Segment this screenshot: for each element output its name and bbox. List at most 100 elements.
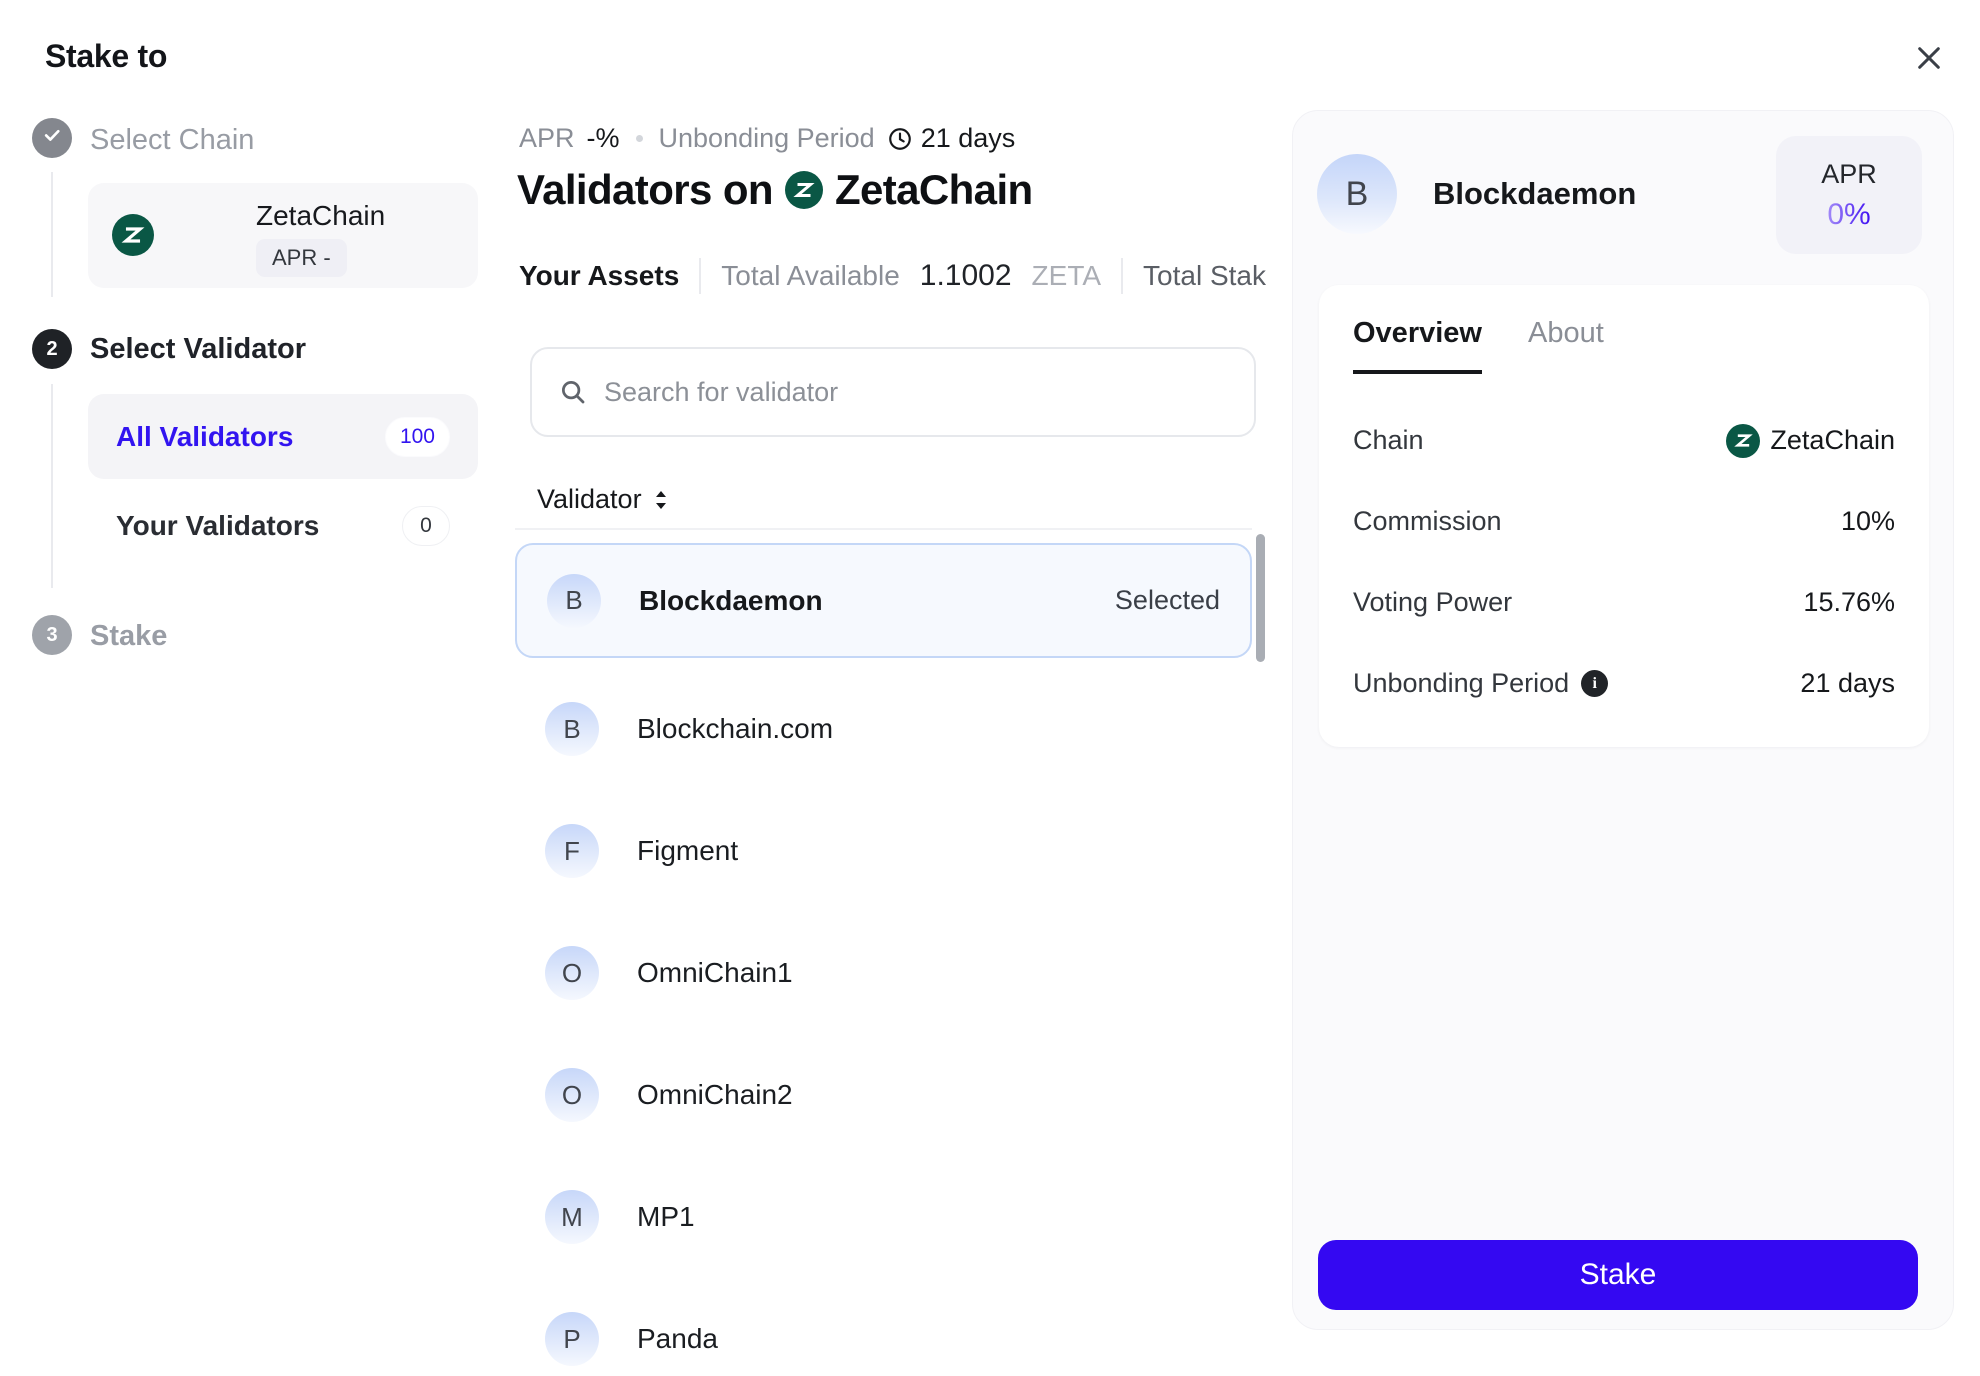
selected-chain-card[interactable]: ZetaChain APR - [88, 183, 478, 288]
stake-button[interactable]: Stake [1318, 1240, 1918, 1310]
apr-card-label: APR [1821, 159, 1877, 190]
total-staked-label: Total Stak [1143, 260, 1266, 292]
step-3-number: 3 [46, 624, 57, 647]
validator-row-mp1[interactable]: M MP1 [515, 1182, 1252, 1252]
apr-value: -% [587, 123, 620, 154]
detail-row-voting-power: Voting Power 15.76% [1353, 562, 1895, 643]
all-validators-count-badge: 100 [385, 417, 450, 457]
apr-label: APR [519, 123, 575, 154]
your-validators-label: Your Validators [116, 510, 319, 542]
avatar: O [545, 946, 599, 1000]
avatar: P [545, 1312, 599, 1366]
detail-rows: Chain ZetaChain Commission 10% Voting Po… [1353, 400, 1895, 724]
detail-label: Unbonding Period [1353, 668, 1569, 699]
apr-card: APR 0% [1776, 136, 1922, 254]
validator-name: Figment [637, 835, 1222, 867]
validators-heading: Validators on ZetaChain [517, 166, 1033, 214]
tab-overview[interactable]: Overview [1353, 317, 1482, 374]
validators-heading-chain: ZetaChain [835, 166, 1033, 214]
assets-summary-row: Your Assets Total Available 1.1002 ZETA … [519, 258, 1266, 294]
detail-value: ZetaChain [1770, 425, 1895, 456]
stake-modal: Stake to Select Chain ZetaChain APR - 2 … [0, 0, 1980, 1376]
stepper-connector [51, 172, 53, 297]
info-icon[interactable]: i [1581, 670, 1608, 697]
validator-name: Blockdaemon [639, 585, 1077, 617]
validator-row-omnichain2[interactable]: O OmniChain2 [515, 1060, 1252, 1130]
validator-column-label: Validator [537, 484, 642, 515]
detail-card: Overview About Chain ZetaChain Commissio… [1319, 285, 1929, 747]
step-1-indicator [32, 118, 72, 158]
search-icon [558, 377, 588, 407]
step-3-indicator: 3 [32, 615, 72, 655]
scrollbar[interactable] [1256, 534, 1265, 662]
validator-name: MP1 [637, 1201, 1222, 1233]
status-badge: Selected [1115, 585, 1220, 616]
avatar: M [545, 1190, 599, 1244]
total-available-unit: ZETA [1032, 260, 1101, 292]
detail-value: 21 days [1800, 668, 1895, 699]
avatar: B [547, 574, 601, 628]
validator-row-blockdaemon[interactable]: B Blockdaemon Selected [515, 543, 1252, 658]
zetachain-icon [112, 214, 154, 256]
step-2-number: 2 [46, 338, 57, 361]
chain-meta-row: APR -% Unbonding Period 21 days [519, 123, 1015, 154]
step-2-indicator: 2 [32, 329, 72, 369]
clock-icon [887, 126, 913, 152]
sidebar-item-all-validators[interactable]: All Validators 100 [88, 394, 478, 479]
detail-validator-name: Blockdaemon [1433, 176, 1636, 212]
chain-name: ZetaChain [256, 200, 385, 232]
detail-row-unbonding-period: Unbonding Period i 21 days [1353, 643, 1895, 724]
validator-name: Blockchain.com [637, 713, 1222, 745]
total-available-value: 1.1002 [920, 259, 1012, 293]
validator-row-panda[interactable]: P Panda [515, 1304, 1252, 1374]
validator-sort-header[interactable]: Validator [537, 484, 670, 515]
dot-separator-icon [636, 135, 643, 142]
validator-name: OmniChain2 [637, 1079, 1222, 1111]
all-validators-label: All Validators [116, 421, 293, 453]
chain-apr-badge: APR - [256, 239, 347, 277]
validator-name: Panda [637, 1323, 1222, 1355]
validator-row-blockchain-com[interactable]: B Blockchain.com [515, 694, 1252, 764]
close-icon [1913, 42, 1945, 77]
validator-detail-panel: B Blockdaemon APR 0% Overview About Chai… [1292, 110, 1954, 1330]
avatar: B [545, 702, 599, 756]
detail-label: Chain [1353, 425, 1424, 456]
step-3-label: Stake [90, 620, 167, 653]
validator-name: OmniChain1 [637, 957, 1222, 989]
check-icon [42, 125, 62, 151]
divider [1121, 258, 1123, 294]
zetachain-icon [1726, 424, 1760, 458]
your-assets-label: Your Assets [519, 260, 679, 292]
total-available-label: Total Available [721, 260, 900, 292]
sidebar-item-your-validators[interactable]: Your Validators 0 [88, 494, 478, 558]
detail-label: Voting Power [1353, 587, 1512, 618]
avatar: O [545, 1068, 599, 1122]
step-1-label: Select Chain [90, 124, 254, 157]
validator-search [530, 347, 1256, 437]
step-2-label: Select Validator [90, 333, 306, 366]
detail-row-commission: Commission 10% [1353, 481, 1895, 562]
search-input[interactable] [604, 377, 1228, 408]
detail-label: Commission [1353, 506, 1502, 537]
divider [515, 528, 1252, 530]
zetachain-icon [785, 171, 823, 209]
detail-value: 10% [1841, 506, 1895, 537]
tab-about[interactable]: About [1528, 317, 1604, 374]
validator-row-omnichain1[interactable]: O OmniChain1 [515, 938, 1252, 1008]
page-title: Stake to [45, 38, 167, 75]
close-button[interactable] [1902, 32, 1956, 86]
detail-value: 15.76% [1803, 587, 1895, 618]
your-validators-count-badge: 0 [402, 506, 450, 546]
sort-icon [652, 488, 670, 512]
detail-tabs: Overview About [1353, 317, 1895, 374]
avatar: B [1317, 154, 1397, 234]
stepper-connector [51, 384, 53, 588]
unbonding-period-value: 21 days [921, 123, 1016, 154]
unbonding-period-label: Unbonding Period [659, 123, 875, 154]
avatar: F [545, 824, 599, 878]
divider [699, 258, 701, 294]
validators-heading-prefix: Validators on [517, 166, 773, 214]
detail-row-chain: Chain ZetaChain [1353, 400, 1895, 481]
apr-card-value: 0% [1827, 198, 1870, 232]
validator-row-figment[interactable]: F Figment [515, 816, 1252, 886]
